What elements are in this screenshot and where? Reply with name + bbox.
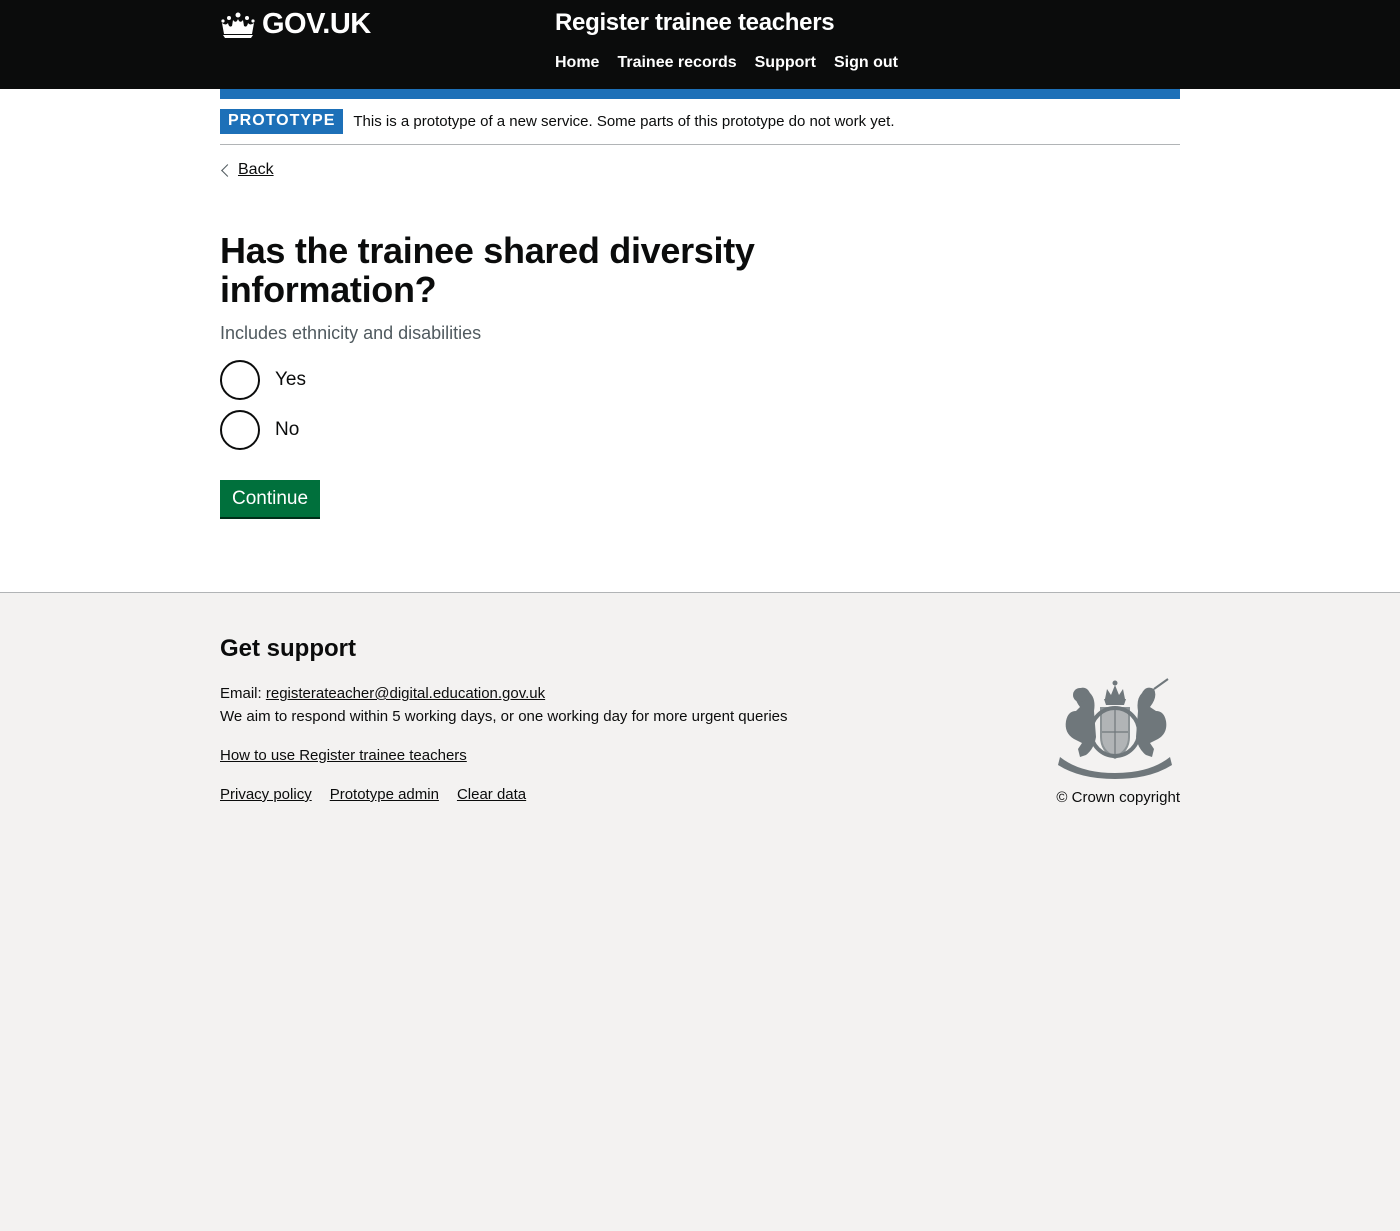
header-container: GOV.UK Register trainee teachers Home Tr… (220, 0, 1180, 89)
how-to-wrapper: How to use Register trainee teachers (220, 747, 1180, 764)
footer-heading: Get support (220, 635, 356, 662)
back-link[interactable]: Back (238, 161, 274, 179)
email-label: Email: (220, 685, 262, 702)
royal-coat-of-arms-icon (1058, 678, 1172, 779)
crown-icon (221, 12, 255, 38)
clear-data-link[interactable]: Clear data (457, 786, 526, 803)
header-blue-bar (220, 89, 1180, 99)
page-title: Has the trainee shared diversity informa… (220, 229, 755, 310)
chevron-left-icon (221, 163, 234, 177)
site-header: GOV.UK Register trainee teachers Home Tr… (0, 0, 1400, 89)
nav-sign-out[interactable]: Sign out (834, 54, 898, 72)
footer-links: Privacy policy Prototype admin Clear dat… (220, 786, 1180, 803)
radio-label-yes[interactable]: Yes (275, 369, 306, 391)
nav-home[interactable]: Home (555, 54, 599, 72)
primary-nav: Home Trainee records Support Sign out (555, 54, 898, 72)
nav-support[interactable]: Support (755, 54, 816, 72)
radio-button-no[interactable] (220, 409, 260, 450)
main-container: PROTOTYPE This is a prototype of a new s… (220, 89, 1180, 517)
support-email-link[interactable]: registerateacher@digital.education.gov.u… (266, 685, 545, 702)
main-wrapper: PROTOTYPE This is a prototype of a new s… (0, 89, 1400, 593)
phase-text: This is a prototype of a new service. So… (353, 113, 895, 130)
question-hint: Includes ethnicity and disabilities (220, 322, 482, 343)
phase-banner: PROTOTYPE This is a prototype of a new s… (220, 99, 1180, 145)
crown-copyright[interactable]: © Crown copyright (1056, 789, 1180, 806)
radio-option-no[interactable]: No (220, 409, 1180, 450)
radio-button-yes[interactable] (220, 359, 260, 400)
site-footer: Get support Email: registerateacher@digi… (0, 593, 1400, 806)
radio-option-yes[interactable]: Yes (220, 359, 1180, 400)
response-time-text: We aim to respond within 5 working days,… (220, 708, 788, 725)
radio-group: Yes No (220, 359, 1180, 450)
nav-trainee-records[interactable]: Trainee records (617, 54, 736, 72)
service-name[interactable]: Register trainee teachers (555, 9, 835, 37)
how-to-use-link[interactable]: How to use Register trainee teachers (220, 747, 467, 764)
footer-container: Get support Email: registerateacher@digi… (220, 593, 1180, 806)
continue-button[interactable]: Continue (220, 479, 321, 517)
back-link-wrapper: Back (220, 161, 274, 179)
privacy-policy-link[interactable]: Privacy policy (220, 786, 312, 803)
footer-email-line: Email: registerateacher@digital.educatio… (220, 685, 1180, 702)
radio-label-no[interactable]: No (275, 419, 299, 441)
phase-tag: PROTOTYPE (220, 109, 344, 134)
prototype-admin-link[interactable]: Prototype admin (330, 786, 439, 803)
govuk-logo-link[interactable]: GOV.UK (220, 8, 371, 41)
logo-text: GOV.UK (262, 8, 371, 40)
